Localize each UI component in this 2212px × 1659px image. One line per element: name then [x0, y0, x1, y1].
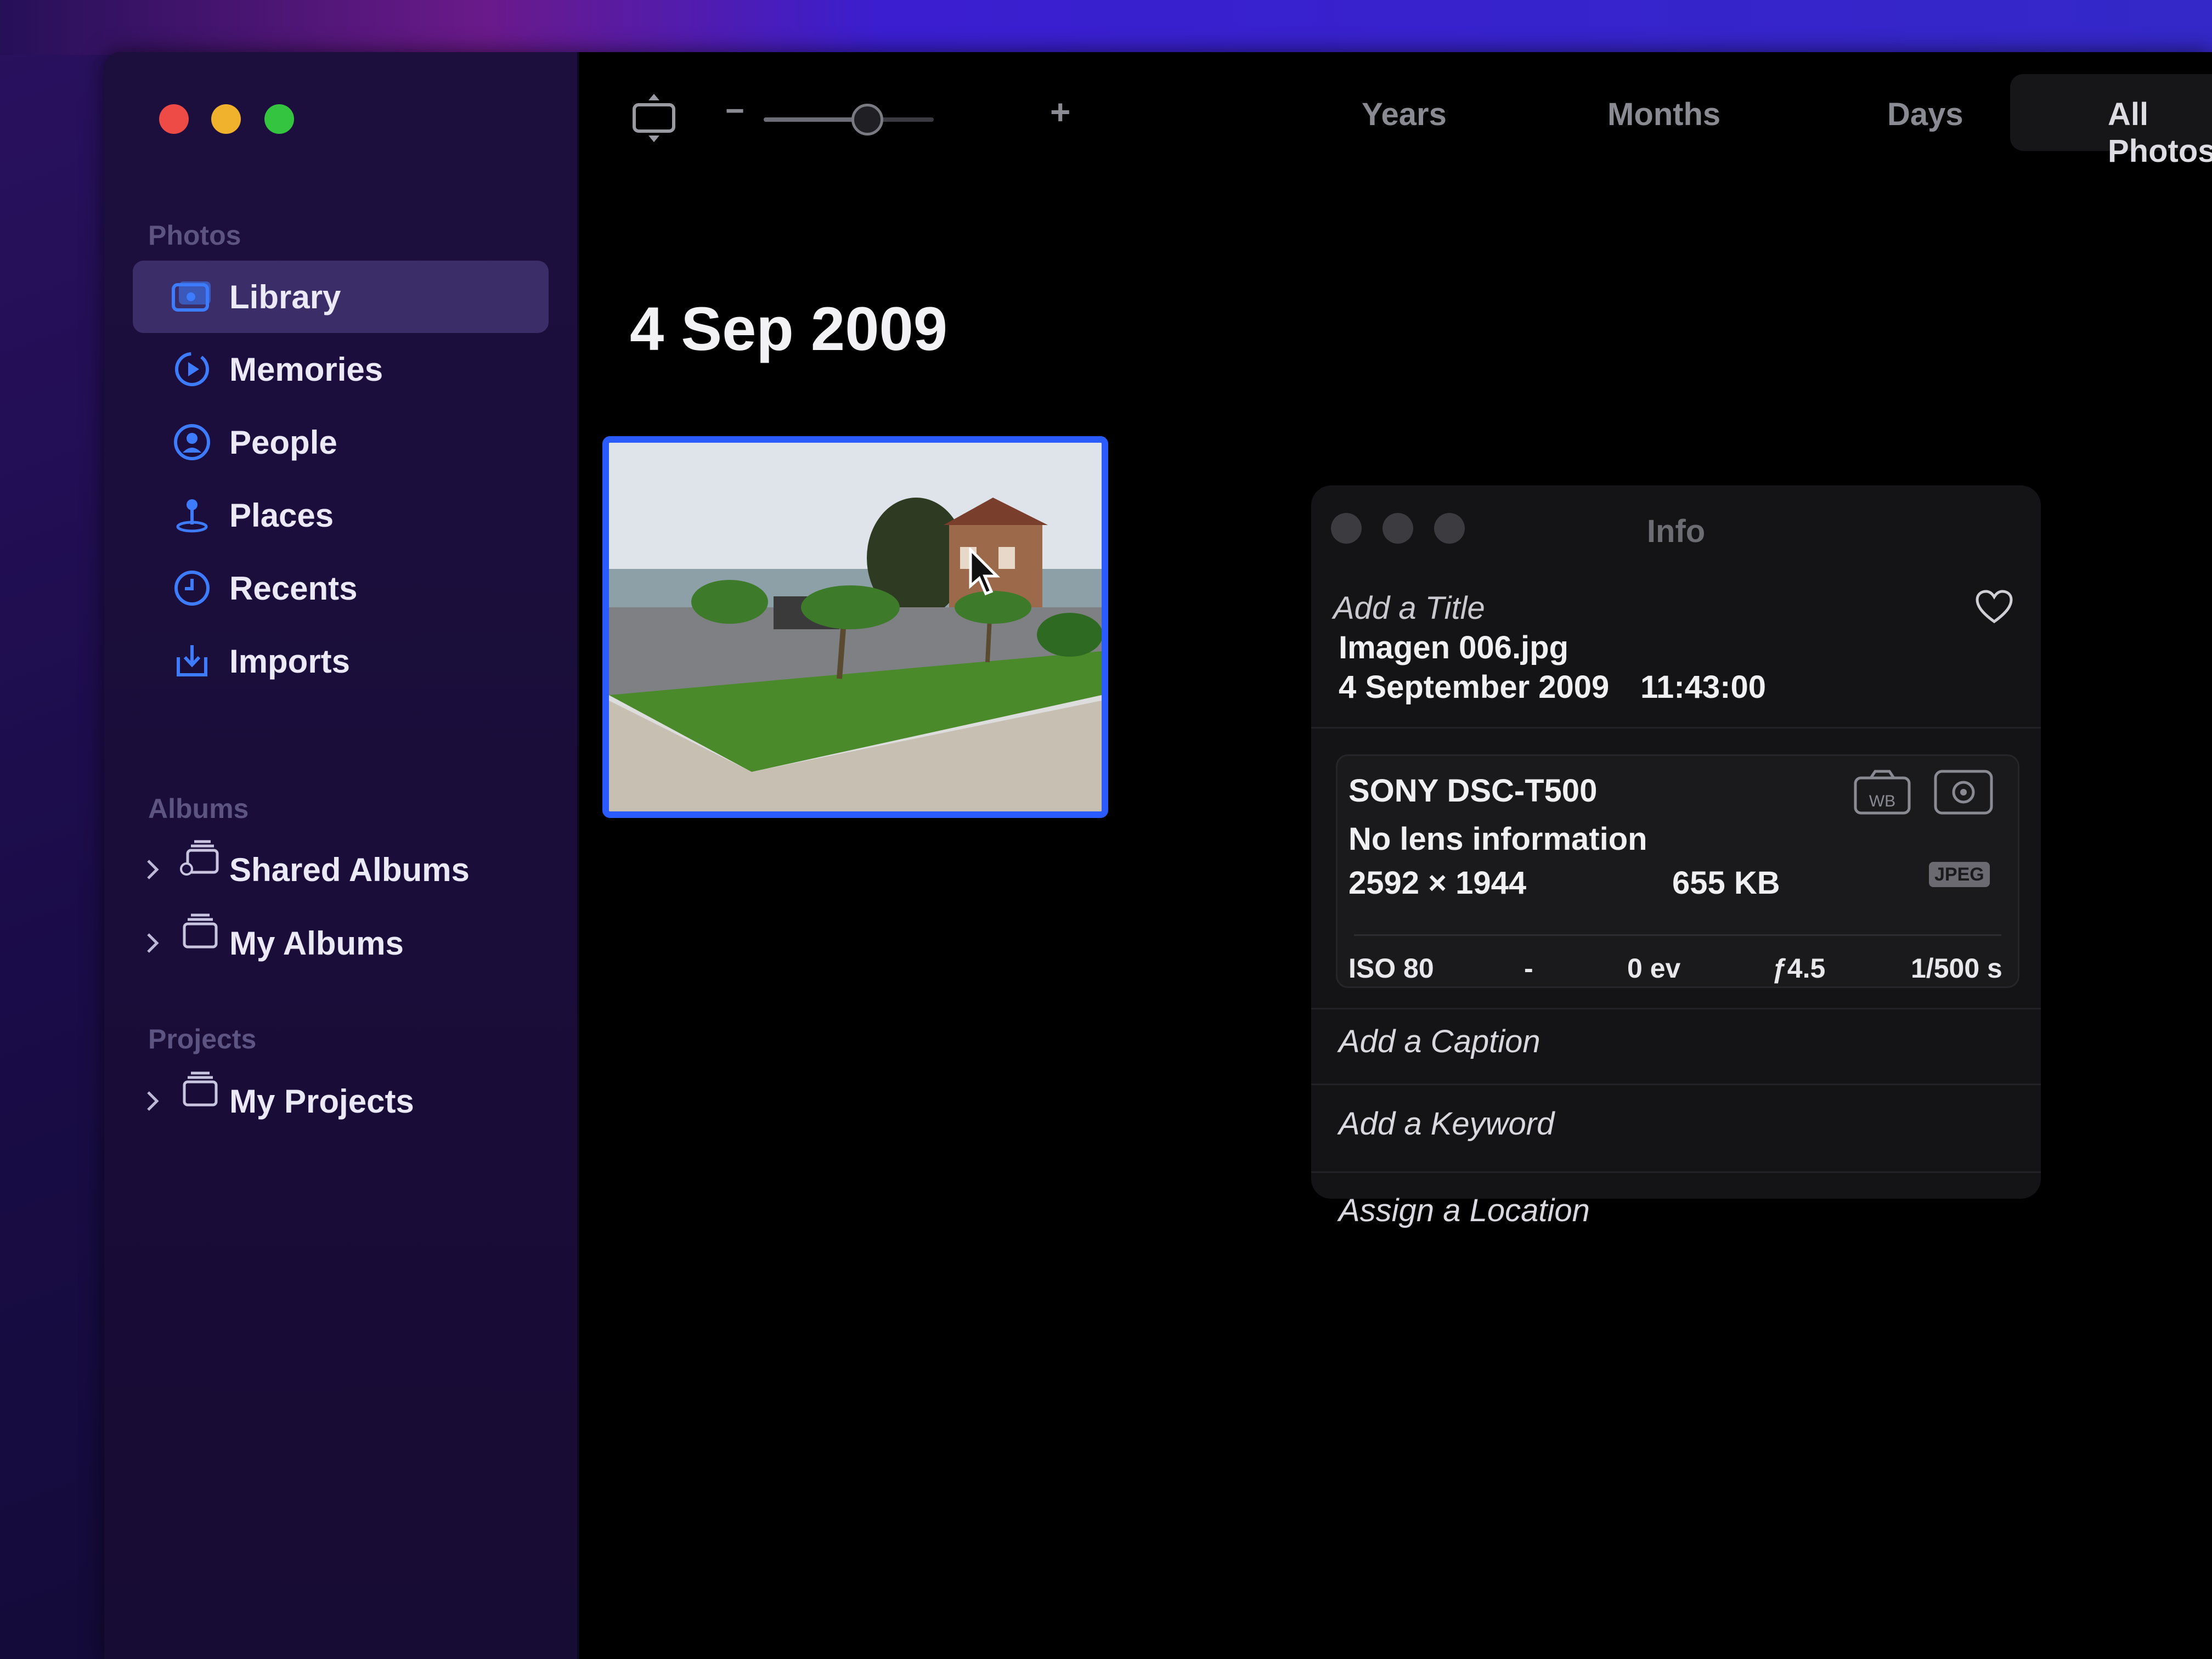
exif-aperture: ƒ4.5: [1772, 953, 1826, 984]
capture-time: 11:43:00: [1640, 669, 1766, 705]
keyword-field[interactable]: Add a Keyword: [1339, 1105, 1554, 1142]
divider: [1311, 727, 2041, 729]
zoom-slider-knob[interactable]: [851, 104, 883, 136]
sidebar-item-label: Memories: [229, 351, 383, 388]
zoom-in-button[interactable]: +: [1050, 92, 1070, 132]
zoom-out-button[interactable]: −: [725, 92, 744, 129]
exif-exposure-comp: 0 ev: [1627, 953, 1681, 984]
projects-icon: [179, 1068, 221, 1110]
sidebar-item-library[interactable]: Library: [133, 261, 549, 333]
divider: [1311, 1084, 2041, 1085]
location-field[interactable]: Assign a Location: [1339, 1192, 1590, 1229]
chevron-right-icon[interactable]: [142, 853, 163, 886]
divider: [1311, 1171, 2041, 1173]
minimize-window-button[interactable]: [211, 104, 241, 134]
sidebar-item-my-albums[interactable]: My Albums: [133, 910, 549, 976]
format-badge: JPEG: [1929, 862, 1990, 887]
capture-date: 4 September 2009: [1339, 669, 1610, 705]
recents-icon: [171, 567, 213, 609]
divider: [1311, 1008, 2041, 1009]
info-panel-title: Info: [1646, 514, 1706, 549]
sidebar-item-people[interactable]: People: [133, 406, 549, 478]
zoom-window-button[interactable]: [264, 104, 294, 134]
sidebar-item-label: Places: [229, 496, 334, 534]
chevron-right-icon[interactable]: [142, 927, 163, 960]
places-icon: [171, 494, 213, 536]
section-header-photos: Photos: [148, 220, 241, 251]
tab-days[interactable]: Days: [1887, 96, 1963, 133]
imports-icon: [171, 640, 213, 682]
sidebar-item-label: Recents: [229, 569, 358, 607]
sidebar-item-memories[interactable]: Memories: [133, 333, 549, 405]
svg-text:WB: WB: [1869, 792, 1895, 810]
sidebar-item-label: Shared Albums: [229, 851, 470, 888]
people-icon: [171, 421, 213, 463]
sidebar-item-imports[interactable]: Imports: [133, 625, 549, 697]
albums-icon: [179, 910, 221, 952]
camera-model: SONY DSC-T500: [1348, 773, 1598, 809]
section-header-albums: Albums: [148, 793, 249, 824]
library-icon: [171, 276, 213, 318]
metering-icon: [1933, 769, 1994, 818]
photo-image: [609, 443, 1102, 811]
lens-info: No lens information: [1348, 821, 1647, 857]
mouse-pointer-icon: [968, 546, 1001, 600]
sidebar-item-label: People: [229, 424, 337, 461]
sidebar: Photos Library Memories People Places Re…: [104, 52, 579, 1659]
exif-focal-length: -: [1524, 953, 1533, 984]
image-dimensions: 2592 × 1944: [1348, 865, 1527, 901]
exif-iso: ISO 80: [1348, 953, 1434, 984]
divider: [1354, 934, 2001, 936]
photos-window: Photos Library Memories People Places Re…: [104, 52, 2212, 1659]
sidebar-item-recents[interactable]: Recents: [133, 552, 549, 624]
memories-icon: [171, 348, 213, 390]
tab-years[interactable]: Years: [1362, 96, 1447, 133]
shared-albums-icon: [179, 837, 221, 878]
title-field[interactable]: Add a Title: [1333, 590, 1485, 627]
sidebar-item-label: My Projects: [229, 1083, 414, 1120]
file-size: 655 KB: [1672, 865, 1780, 901]
chevron-right-icon[interactable]: [142, 1085, 163, 1118]
section-header-projects: Projects: [148, 1024, 257, 1054]
tab-months[interactable]: Months: [1607, 96, 1720, 133]
sidebar-item-label: Library: [229, 278, 341, 315]
sidebar-item-label: Imports: [229, 642, 351, 680]
photo-thumbnail[interactable]: [602, 436, 1108, 818]
tab-all-photos[interactable]: All Photos: [2108, 96, 2212, 170]
sidebar-item-label: My Albums: [229, 925, 404, 962]
info-panel: Info Add a Title Imagen 006.jpg 4 Septem…: [1311, 486, 2041, 1228]
caption-field[interactable]: Add a Caption: [1339, 1023, 1541, 1060]
sidebar-item-places[interactable]: Places: [133, 479, 549, 551]
slideshow-aspect-icon[interactable]: [631, 92, 677, 147]
toolbar: − + Years Months Days All Photos: [577, 52, 2212, 184]
filename: Imagen 006.jpg: [1339, 630, 1569, 665]
white-balance-icon: WB: [1852, 767, 1912, 819]
desktop-wallpaper: [0, 0, 2212, 55]
date-header: 4 Sep 2009: [630, 295, 948, 363]
camera-info-box: SONY DSC-T500 No lens information 2592 ×…: [1336, 754, 2019, 988]
close-window-button[interactable]: [159, 104, 189, 134]
exif-shutter-speed: 1/500 s: [1911, 953, 2002, 984]
sidebar-item-shared-albums[interactable]: Shared Albums: [133, 837, 549, 902]
heart-icon[interactable]: [1975, 590, 2013, 628]
sidebar-item-my-projects[interactable]: My Projects: [133, 1068, 549, 1134]
